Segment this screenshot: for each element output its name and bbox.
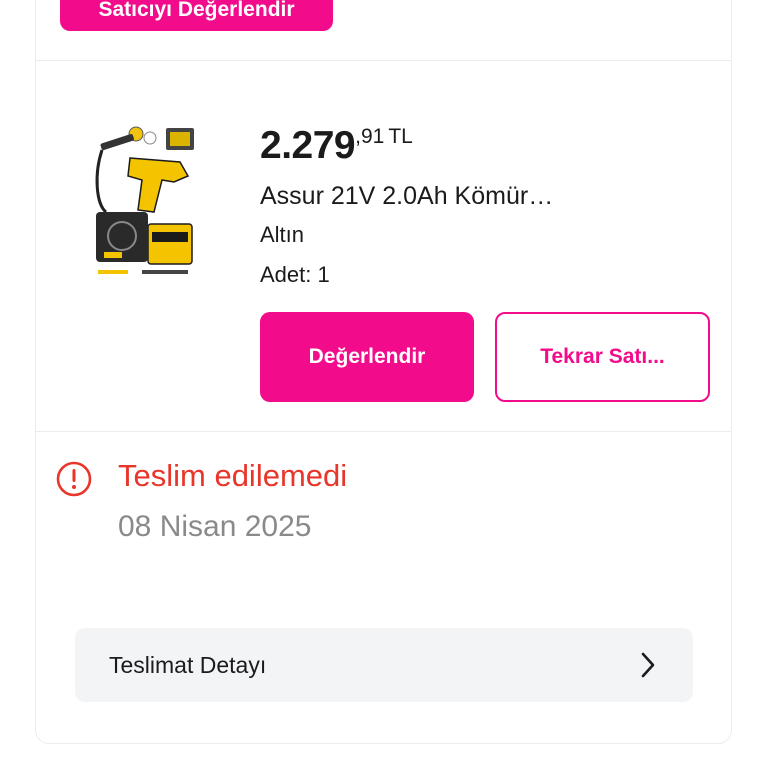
- product-variant: Altın: [260, 222, 305, 247]
- price-currency: TL: [388, 125, 413, 148]
- delivery-detail-label: Teslimat Detayı: [109, 651, 267, 678]
- delivery-status: Teslim edilemedi: [118, 458, 348, 493]
- rate-seller-button[interactable]: Satıcıyı Değerlendir: [60, 0, 333, 31]
- order-page: Satıcıyı Değerlendir 2.279,91 TL Assur 21…: [0, 0, 768, 768]
- price-main: 2.279: [260, 124, 356, 167]
- rate-product-button[interactable]: Değerlendir: [260, 312, 474, 402]
- divider: [36, 431, 731, 432]
- product-name[interactable]: Assur 21V 2.0Ah Kömür…: [260, 182, 553, 211]
- chevron-right-icon: [641, 652, 655, 678]
- product-price: 2.279,91 TL: [260, 124, 413, 168]
- product-quantity: Adet: 1: [260, 262, 330, 287]
- product-image[interactable]: [92, 124, 204, 280]
- alert-circle-icon: [56, 461, 92, 497]
- delivery-date: 08 Nisan 2025: [118, 510, 312, 543]
- price-fraction: ,91: [355, 125, 385, 148]
- divider: [36, 60, 731, 61]
- buy-again-button[interactable]: Tekrar Satı...: [495, 312, 710, 402]
- delivery-detail-button[interactable]: Teslimat Detayı: [75, 628, 693, 702]
